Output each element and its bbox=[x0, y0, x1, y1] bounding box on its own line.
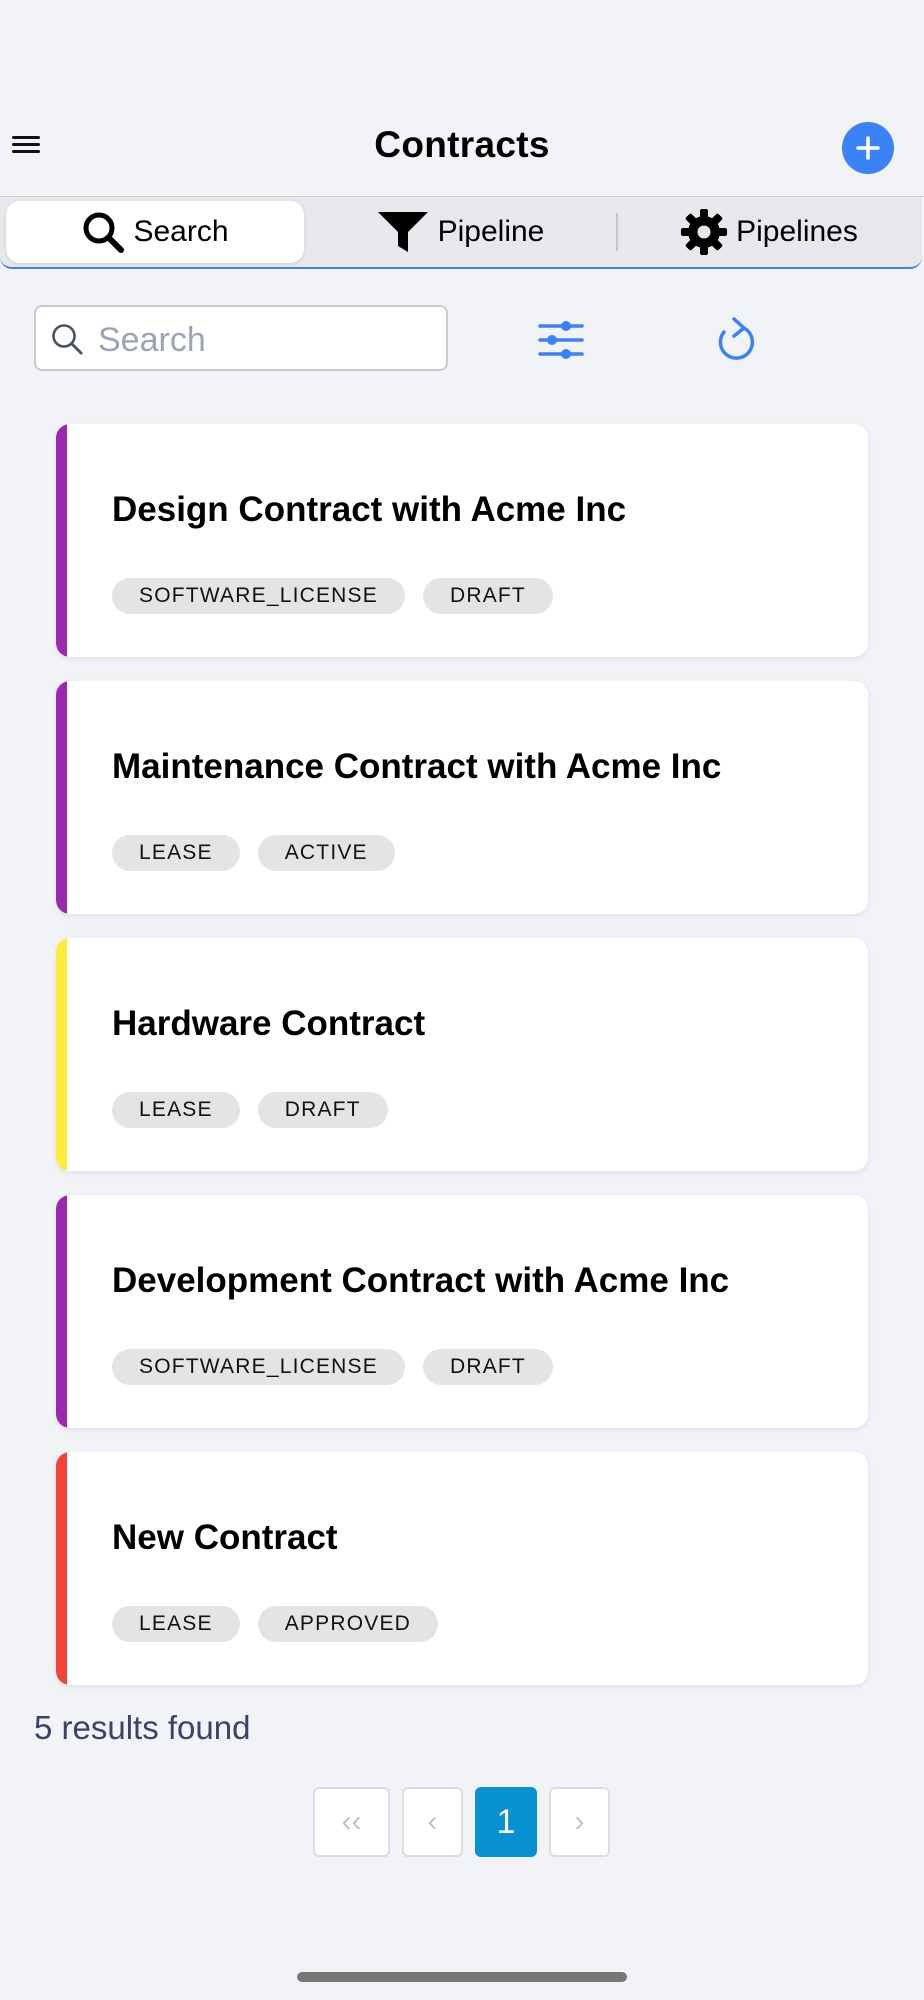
search-field bbox=[34, 305, 448, 371]
search-input[interactable] bbox=[96, 315, 440, 365]
tab-pipeline[interactable]: Pipeline bbox=[310, 201, 610, 263]
filter-settings-button[interactable] bbox=[536, 318, 586, 362]
tab-search[interactable]: Search bbox=[6, 201, 304, 263]
contract-status-tag: ACTIVE bbox=[257, 835, 395, 871]
contract-status-color-bar bbox=[56, 1452, 67, 1685]
contract-title: Design Contract with Acme Inc bbox=[112, 490, 627, 529]
contract-status-tag: DRAFT bbox=[422, 1349, 553, 1385]
refresh-button[interactable] bbox=[712, 316, 760, 366]
contract-status-color-bar bbox=[56, 1195, 67, 1428]
page-1-button[interactable]: 1 bbox=[475, 1787, 537, 1857]
sliders-icon bbox=[538, 321, 584, 359]
gear-icon bbox=[681, 209, 728, 255]
contract-card[interactable]: Design Contract with Acme Inc SOFTWARE_L… bbox=[56, 424, 868, 657]
search-icon bbox=[52, 324, 83, 355]
tab-divider bbox=[616, 213, 618, 251]
next-page-button[interactable]: › bbox=[549, 1787, 610, 1857]
contract-card[interactable]: Maintenance Contract with Acme Inc LEASE… bbox=[56, 681, 868, 914]
contract-card[interactable]: Hardware Contract LEASE DRAFT bbox=[56, 938, 868, 1171]
results-count: 5 results found bbox=[34, 1709, 251, 1746]
contract-card[interactable]: New Contract LEASE APPROVED bbox=[56, 1452, 868, 1685]
contract-status-color-bar bbox=[56, 938, 67, 1171]
tab-pipeline-label: Pipeline bbox=[437, 215, 545, 248]
contract-title: Development Contract with Acme Inc bbox=[112, 1261, 730, 1300]
contract-title: New Contract bbox=[112, 1518, 338, 1557]
contract-type-tag: LEASE bbox=[112, 1606, 240, 1642]
home-indicator[interactable] bbox=[297, 1972, 627, 1982]
contract-title: Maintenance Contract with Acme Inc bbox=[112, 747, 722, 786]
search-icon bbox=[83, 212, 125, 253]
contract-title: Hardware Contract bbox=[112, 1004, 426, 1043]
page-title: Contracts bbox=[374, 124, 550, 165]
plus-icon bbox=[856, 136, 880, 160]
contract-type-tag: SOFTWARE_LICENSE bbox=[112, 578, 405, 614]
refresh-icon bbox=[718, 317, 755, 360]
tab-pipelines[interactable]: Pipelines bbox=[622, 201, 916, 263]
contract-type-tag: LEASE bbox=[112, 835, 240, 871]
contract-status-color-bar bbox=[56, 424, 67, 657]
contract-type-tag: LEASE bbox=[112, 1092, 240, 1128]
contract-card[interactable]: Development Contract with Acme Inc SOFTW… bbox=[56, 1195, 868, 1428]
tab-pipelines-label: Pipelines bbox=[736, 215, 858, 248]
prev-page-button[interactable]: ‹ bbox=[402, 1787, 463, 1857]
app-header: Contracts bbox=[0, 110, 924, 197]
status-bar-area bbox=[0, 0, 924, 110]
first-page-button[interactable]: ‹‹ bbox=[313, 1787, 390, 1857]
contract-status-tag: DRAFT bbox=[422, 578, 553, 614]
contract-status-tag: APPROVED bbox=[257, 1606, 439, 1642]
contract-status-color-bar bbox=[56, 681, 67, 914]
contract-type-tag: SOFTWARE_LICENSE bbox=[112, 1349, 405, 1385]
filter-funnel-icon bbox=[377, 212, 428, 252]
tab-search-label: Search bbox=[133, 215, 229, 248]
contract-status-tag: DRAFT bbox=[257, 1092, 388, 1128]
add-contract-button[interactable] bbox=[842, 122, 894, 174]
view-tabs: Search Pipeline Pipelines bbox=[0, 197, 922, 269]
